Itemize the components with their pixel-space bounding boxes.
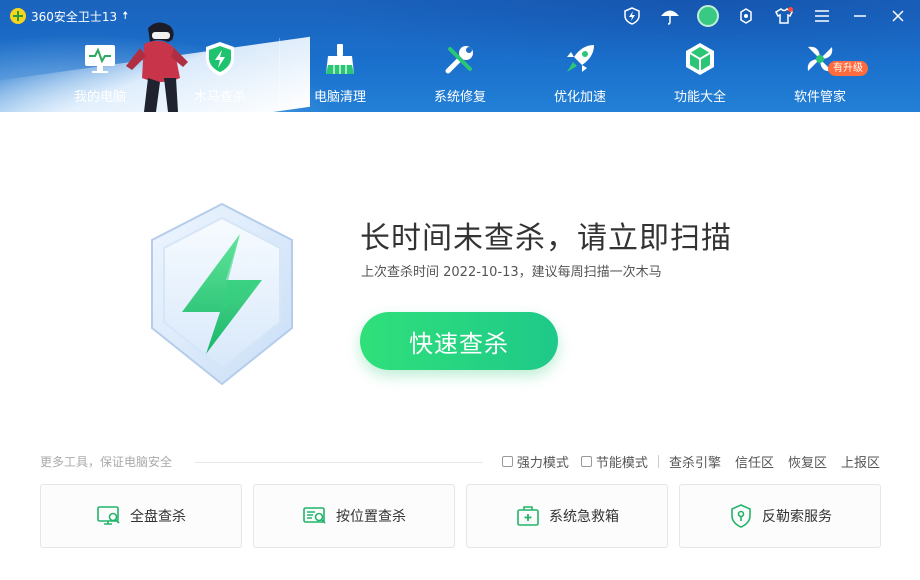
cube-icon [681, 40, 719, 78]
nav-item-cleanup[interactable]: 电脑清理 [280, 40, 400, 110]
scan-headline: 长时间未查杀，请立即扫描 [360, 221, 732, 256]
checkbox-label: 节能模式 [595, 456, 648, 471]
card-label: 系统急救箱 [549, 509, 619, 525]
options-divider [657, 455, 659, 468]
checkbox-box[interactable] [580, 456, 592, 467]
header-banner: 360安全卫士13 🠅 我的电脑 木马查杀 电脑清理 系统修复 优化加速 功能大… [0, 0, 920, 112]
rocket-icon [561, 40, 599, 78]
shield-lightning-icon [151, 202, 293, 386]
nav-item-my-computer[interactable]: 我的电脑 [40, 40, 160, 110]
shirt-icon[interactable] [772, 4, 796, 28]
checkbox-label: 强力模式 [516, 456, 569, 471]
strong-mode-checkbox[interactable]: 强力模式 [501, 452, 569, 471]
tools-divider [195, 462, 483, 463]
card-label: 反勒索服务 [762, 509, 832, 525]
hero-shield-illustration [142, 200, 302, 394]
card-label: 全盘查杀 [130, 509, 186, 525]
tools-caption: 更多工具，保证电脑安全 [40, 455, 173, 469]
nav-label: 我的电脑 [73, 90, 126, 105]
card-label: 按位置查杀 [336, 509, 406, 525]
first-aid-card[interactable]: 系统急救箱 [466, 484, 668, 548]
app-title-text: 360安全卫士13 [31, 9, 118, 24]
nav-label: 功能大全 [673, 90, 726, 105]
link-report-zone[interactable]: 上报区 [841, 452, 880, 471]
upgrade-badge: 有升级 [828, 61, 868, 76]
umbrella-icon[interactable] [658, 4, 682, 28]
nav-label: 软件管家 [793, 90, 846, 105]
nav-label: 系统修复 [433, 90, 486, 105]
app-title: 360安全卫士13 🠅 [10, 7, 128, 25]
scan-options: 强力模式 节能模式 查杀引擎 信任区 恢复区 上报区 [501, 452, 880, 471]
close-icon[interactable] [886, 4, 910, 28]
monitor-pulse-icon [81, 40, 119, 78]
link-restore-zone[interactable]: 恢复区 [788, 452, 827, 471]
nav-item-system-repair[interactable]: 系统修复 [400, 40, 520, 110]
checkbox-box[interactable] [501, 456, 513, 467]
wrench-icon [441, 40, 479, 78]
shield-icon[interactable] [620, 4, 644, 28]
notification-dot [788, 7, 793, 12]
link-trust-zone[interactable]: 信任区 [735, 452, 774, 471]
nav-item-trojan-scan[interactable]: 木马查杀 [160, 40, 280, 110]
nav-item-optimize[interactable]: 优化加速 [520, 40, 640, 110]
anti-ransomware-card[interactable]: 反勒索服务 [679, 484, 881, 548]
nav-item-software-manager[interactable]: 软件管家 有升级 [760, 40, 880, 110]
settings-icon[interactable] [734, 4, 758, 28]
avatar[interactable] [696, 4, 720, 28]
menu-icon[interactable] [810, 4, 834, 28]
first-aid-icon [515, 503, 541, 529]
nav-item-features[interactable]: 功能大全 [640, 40, 760, 110]
link-scan-engine[interactable]: 查杀引擎 [669, 452, 721, 471]
monitor-search-icon [96, 503, 122, 529]
last-scan-info: 上次查杀时间 2022-10-13，建议每周扫描一次木马 [361, 265, 662, 280]
tool-cards: 全盘查杀 按位置查杀 系统急救箱 反勒索服务 [40, 484, 881, 548]
shield-key-icon [728, 503, 754, 529]
main-nav: 我的电脑 木马查杀 电脑清理 系统修复 优化加速 功能大全 软件管家 有升级 [40, 40, 880, 110]
power-save-mode-checkbox[interactable]: 节能模式 [580, 452, 648, 471]
quick-scan-button[interactable]: 快速查杀 [360, 312, 558, 370]
folder-search-icon [302, 503, 328, 529]
nav-label: 优化加速 [553, 90, 606, 105]
update-arrow-icon[interactable]: 🠅 [122, 7, 128, 26]
shield-bolt-icon [201, 40, 239, 78]
app-logo-icon [10, 8, 26, 24]
full-scan-card[interactable]: 全盘查杀 [40, 484, 242, 548]
window-controls [620, 4, 910, 28]
broom-icon [321, 40, 359, 78]
nav-label: 木马查杀 [193, 90, 246, 105]
minimize-icon[interactable] [848, 4, 872, 28]
nav-label: 电脑清理 [313, 90, 366, 105]
location-scan-card[interactable]: 按位置查杀 [253, 484, 455, 548]
